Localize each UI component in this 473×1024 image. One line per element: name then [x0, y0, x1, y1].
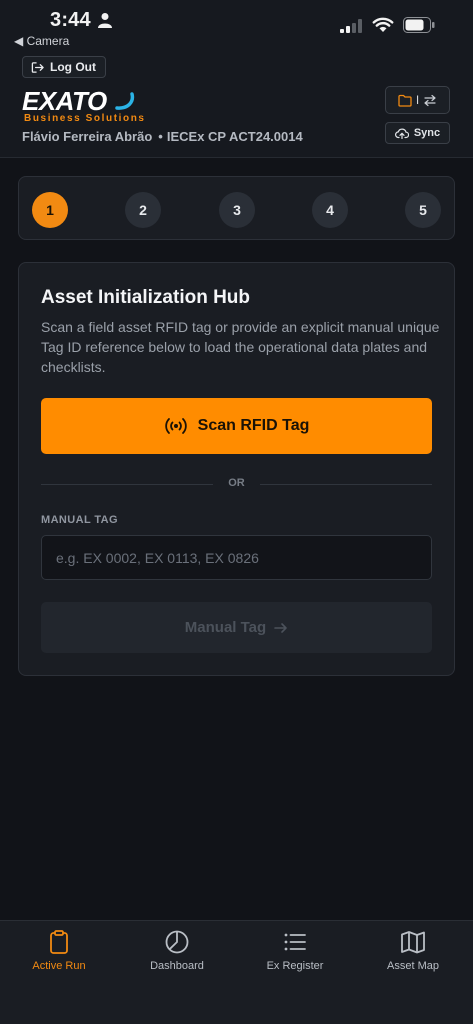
step-2[interactable]: 2 — [125, 192, 161, 228]
logout-button[interactable]: Log Out — [22, 56, 106, 78]
step-4[interactable]: 4 — [312, 192, 348, 228]
separator-dot: • — [158, 129, 163, 144]
progress-stepper: 1 2 3 4 5 — [18, 176, 455, 240]
arrow-right-icon — [274, 622, 288, 633]
nav-dashboard[interactable]: Dashboard — [122, 929, 232, 979]
sync-label: Sync — [413, 127, 441, 139]
scan-button-label: Scan RFID Tag — [197, 417, 310, 434]
nav-active-run[interactable]: Active Run — [4, 929, 114, 979]
step-5[interactable]: 5 — [405, 192, 441, 228]
nav-asset-map[interactable]: Asset Map — [358, 929, 468, 979]
battery-icon — [403, 17, 435, 33]
pie-chart-icon — [165, 930, 189, 954]
status-bar: 3:44 ◀ Camera — [0, 0, 473, 48]
asset-initialization-card: Asset Initialization Hub Scan a field as… — [18, 262, 455, 676]
list-icon — [284, 933, 306, 951]
logout-label: Log Out — [50, 60, 96, 74]
cloud-upload-icon — [394, 128, 409, 139]
or-divider: OR — [41, 476, 432, 492]
divider-text: OR — [228, 477, 245, 489]
back-to-app-link[interactable]: ◀ Camera — [14, 34, 69, 48]
logout-icon — [31, 61, 44, 73]
nav-label-dashboard: Dashboard — [150, 960, 204, 972]
nav-ex-register[interactable]: Ex Register — [240, 929, 350, 979]
nav-label-asset-map: Asset Map — [387, 960, 439, 972]
card-description: Scan a field asset RFID tag or provide a… — [41, 319, 440, 375]
step-3[interactable]: 3 — [219, 192, 255, 228]
manual-tag-input[interactable] — [41, 535, 432, 580]
person-icon — [98, 13, 112, 28]
status-time: 3:44 — [50, 9, 91, 31]
card-title: Asset Initialization Hub — [41, 287, 251, 308]
clipboard-icon — [50, 930, 68, 954]
folder-divider: I — [415, 93, 420, 107]
certificate-id: IECEx CP ACT24.0014 — [166, 129, 303, 144]
nav-label-ex-register: Ex Register — [266, 960, 324, 972]
scan-rfid-button[interactable]: Scan RFID Tag — [41, 398, 432, 454]
swap-arrows-icon — [424, 94, 436, 106]
divider-line-right — [260, 484, 432, 485]
nav-label-active-run: Active Run — [32, 960, 86, 972]
logo-swoosh-icon — [115, 92, 135, 110]
step-1[interactable]: 1 — [32, 192, 68, 228]
logo-tagline: Business Solutions — [24, 113, 146, 124]
manual-button-label: Manual Tag — [184, 619, 267, 636]
map-icon — [401, 931, 425, 954]
wifi-icon — [372, 17, 394, 32]
app-header: Log Out EXATO Business Solutions Flávio … — [0, 48, 473, 158]
manual-tag-button[interactable]: Manual Tag — [41, 602, 432, 653]
project-switch-button[interactable]: I — [385, 86, 450, 114]
rfid-signal-icon — [164, 418, 187, 434]
sync-button[interactable]: Sync — [385, 122, 450, 144]
cellular-signal-icon — [340, 19, 362, 33]
manual-tag-label: MANUAL TAG — [41, 514, 118, 526]
bottom-navigation: Active Run Dashboard Ex Register Asset M… — [0, 920, 473, 1024]
user-info: Flávio Ferreira Abrão • IECEx CP ACT24.001… — [22, 129, 303, 144]
folder-icon — [398, 94, 412, 107]
user-name: Flávio Ferreira Abrão — [22, 129, 153, 144]
